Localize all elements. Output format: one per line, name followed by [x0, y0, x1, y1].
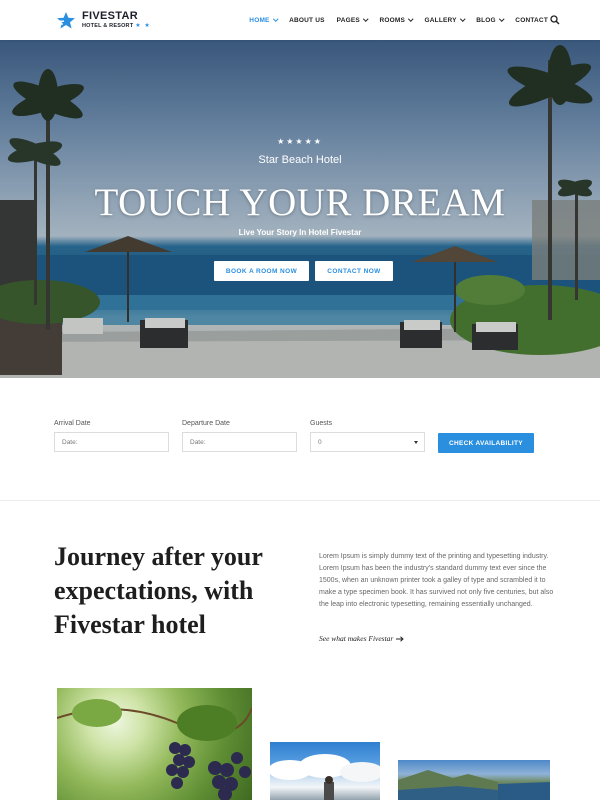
departure-label: Departure Date — [182, 420, 230, 427]
arrival-label: Arrival Date — [54, 420, 91, 427]
nav-item-label: ROOMS — [379, 16, 405, 24]
book-room-button[interactable]: BOOK A ROOM NOW — [214, 261, 309, 281]
chevron-down-icon — [408, 16, 414, 22]
intro-heading-line-3: Fivestar hotel — [54, 610, 206, 639]
nav-item-contact[interactable]: CONTACT — [515, 17, 548, 24]
brand-stars: ★ ★ — [135, 23, 151, 29]
see-what-makes-link[interactable]: See what makes Fivestar — [319, 634, 405, 643]
nav-item-label: GALLERY — [424, 16, 457, 24]
departure-field: Departure Date Date: — [182, 420, 297, 452]
nav-item-label: BLOG — [476, 16, 496, 24]
nav-item-label: ABOUT US — [289, 16, 325, 24]
departure-date-input[interactable]: Date: — [182, 432, 297, 452]
nav-item-pages[interactable]: PAGES — [336, 16, 369, 24]
intro-heading: Journey after your expectations, with Fi… — [54, 540, 294, 642]
grapes-photo[interactable] — [57, 688, 252, 800]
logo[interactable]: FIVESTAR HOTEL & RESORT ★ ★ — [55, 11, 151, 30]
chevron-down-icon — [272, 16, 278, 22]
hero-tagline: Live Your Story In Hotel Fivestar — [238, 228, 362, 237]
coast-photo[interactable] — [398, 760, 550, 800]
guests-select[interactable]: 0 — [310, 432, 425, 452]
hero-banner: ★★★★★ Star Beach Hotel TOUCH YOUR DREAM … — [0, 40, 600, 378]
guests-label: Guests — [310, 420, 333, 427]
sky-illustration — [270, 754, 380, 800]
intro-paragraph: Lorem Ipsum is simply dummy text of the … — [319, 553, 554, 608]
booking-form: Arrival Date Date: Departure Date Date: … — [0, 378, 600, 501]
nav-item-home[interactable]: HOME — [249, 16, 278, 24]
star-logo-icon — [55, 12, 75, 29]
hero-rating-stars: ★★★★★ — [277, 137, 323, 146]
chevron-down-icon — [459, 16, 465, 22]
brand-subtitle: HOTEL & RESORT — [82, 23, 134, 29]
chevron-down-icon — [499, 16, 505, 22]
guests-field: Guests 0 — [310, 420, 425, 452]
hero-title: TOUCH YOUR DREAM — [94, 181, 506, 224]
arrow-right-icon — [396, 635, 405, 642]
check-availability-button[interactable]: CHECK AVAILABILITY — [438, 433, 534, 453]
arrival-date-input[interactable]: Date: — [54, 432, 169, 452]
guests-value: 0 — [318, 438, 322, 446]
nav-item-rooms[interactable]: ROOMS — [379, 16, 414, 24]
search-icon[interactable] — [550, 15, 560, 25]
chevron-down-icon — [363, 16, 369, 22]
grapes-illustration — [57, 699, 252, 800]
dropdown-arrow-icon — [414, 441, 418, 444]
see-what-makes-label: See what makes Fivestar — [319, 634, 394, 643]
arrival-field: Arrival Date Date: — [54, 420, 169, 452]
site-header: FIVESTAR HOTEL & RESORT ★ ★ HOME ABOUT US… — [0, 0, 600, 40]
main-nav: HOME ABOUT US PAGES ROOMS GALLERY BLOG CONTACT — [237, 0, 548, 40]
intro-heading-line-1: Journey after your — [54, 542, 263, 571]
nav-item-label: PAGES — [336, 16, 360, 24]
hero-subtitle: Star Beach Hotel — [258, 154, 342, 166]
nav-item-about-us[interactable]: ABOUT US — [289, 17, 325, 24]
intro-heading-line-2: expectations, with — [54, 576, 254, 605]
sky-traveler-photo[interactable] — [270, 742, 380, 800]
nav-item-blog[interactable]: BLOG — [476, 16, 505, 24]
nav-item-label: HOME — [249, 16, 270, 24]
nav-item-gallery[interactable]: GALLERY — [425, 17, 465, 24]
coast-illustration — [398, 770, 550, 800]
nav-item-label: CONTACT — [515, 16, 548, 24]
brand-name: FIVESTAR — [82, 10, 138, 22]
contact-now-button[interactable]: CONTACT NOW — [315, 261, 393, 281]
